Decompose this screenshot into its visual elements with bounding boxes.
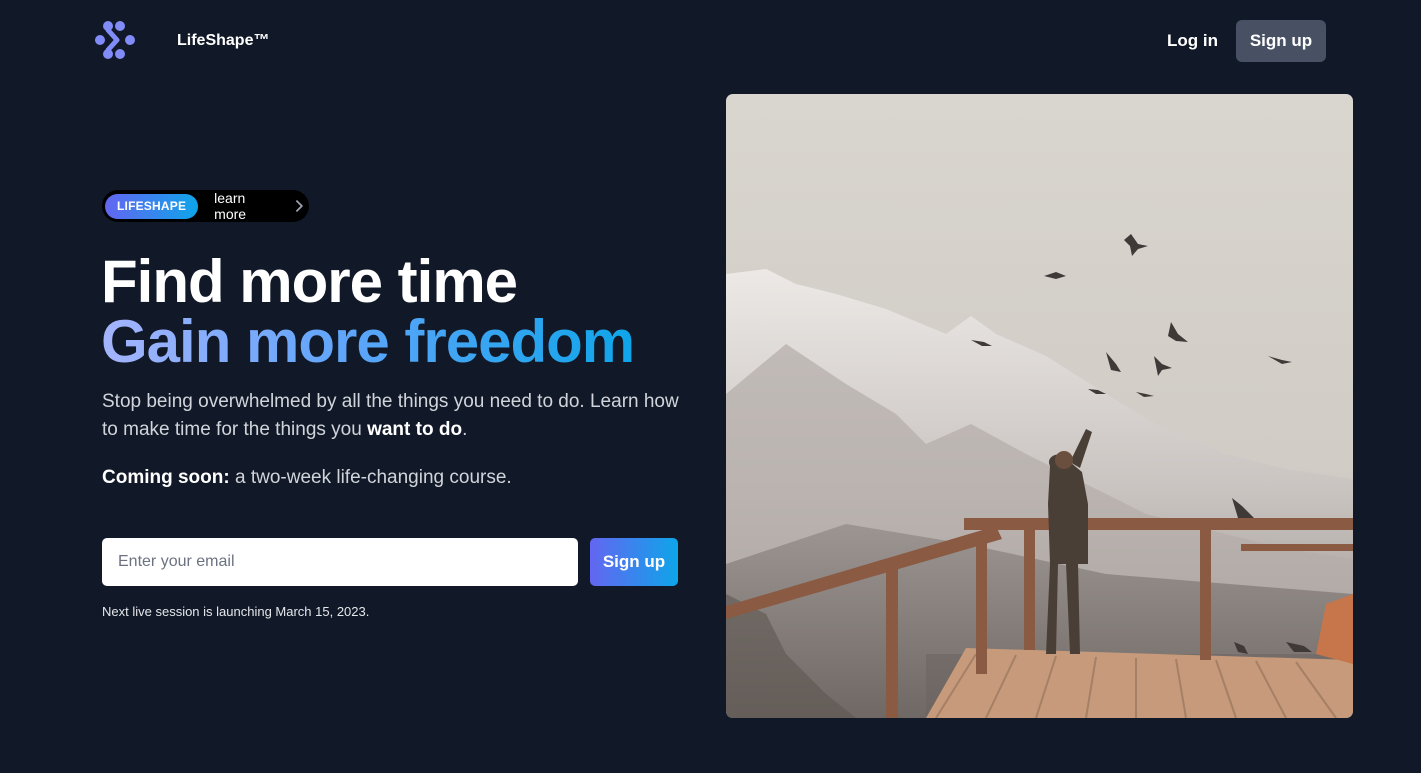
brand-name[interactable]: LifeShape™ xyxy=(177,31,269,51)
description-end: . xyxy=(462,419,468,440)
login-link[interactable]: Log in xyxy=(1167,31,1218,51)
announcement-pill[interactable]: LIFESHAPE learn more xyxy=(102,190,309,222)
email-input[interactable] xyxy=(102,538,578,586)
hero-subtitle-gradient: Gain more freedom xyxy=(101,308,635,375)
dots-chevron-logo-icon[interactable] xyxy=(94,20,136,60)
photo-illustration xyxy=(726,94,1353,718)
coming-soon-label: Coming soon: xyxy=(102,467,230,488)
mountain-lookout-photo xyxy=(726,94,1353,718)
launch-note: Next live session is launching March 15,… xyxy=(102,604,370,619)
chevron-right-icon xyxy=(296,200,303,212)
hero-description: Stop being overwhelmed by all the things… xyxy=(102,388,692,444)
announcement-badge: LIFESHAPE xyxy=(105,193,199,219)
coming-soon-text: Coming soon: a two-week life-changing co… xyxy=(102,464,692,492)
header-signup-button[interactable]: Sign up xyxy=(1236,20,1326,62)
site-header: LifeShape™ Log in Sign up xyxy=(0,0,1421,82)
signup-button[interactable]: Sign up xyxy=(590,538,678,586)
learn-more-link[interactable]: learn more xyxy=(214,190,280,222)
coming-soon-detail: a two-week life-changing course. xyxy=(229,467,512,488)
description-emphasis: want to do xyxy=(367,419,463,440)
hero-title: Find more time xyxy=(101,248,518,315)
